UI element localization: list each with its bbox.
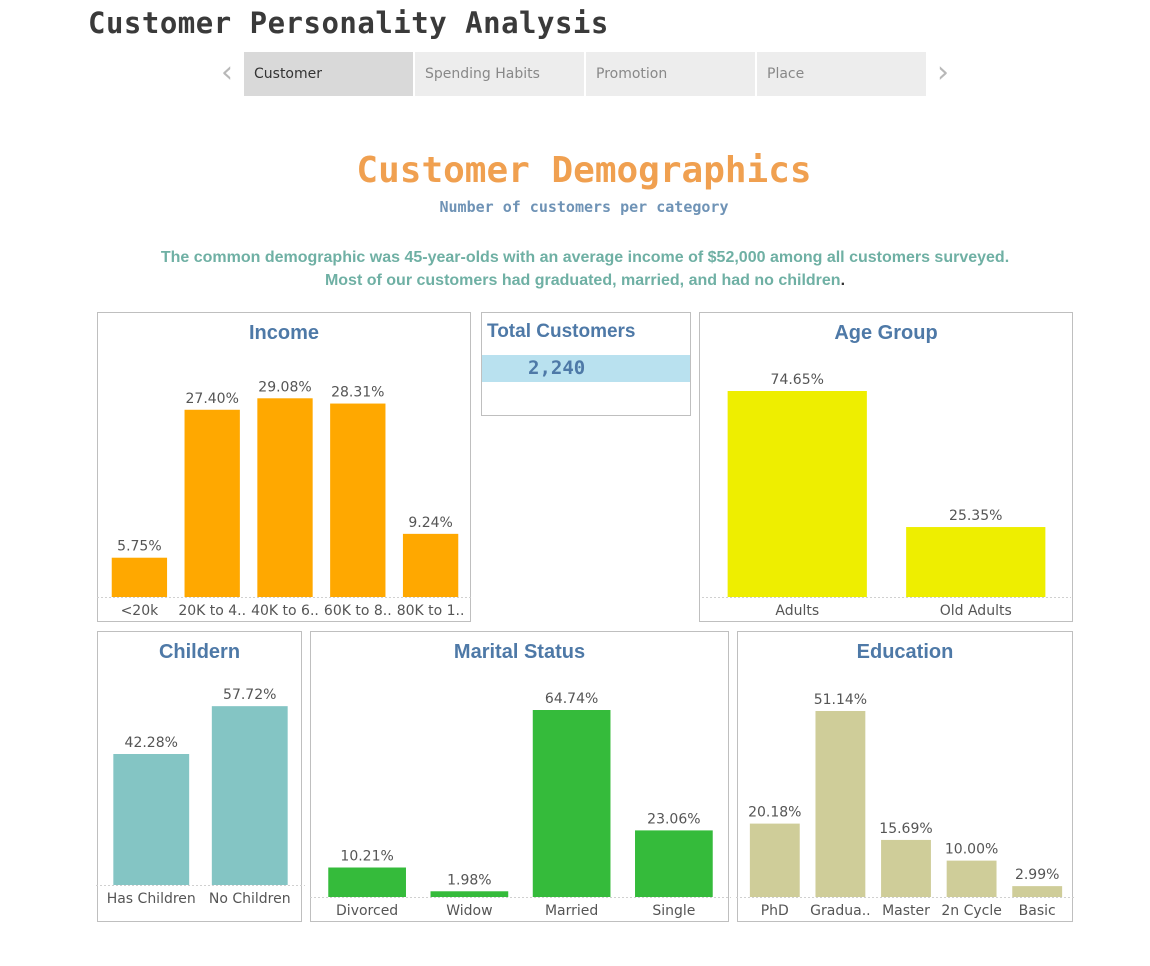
total-customers-title: Total Customers [487, 321, 636, 342]
chevron-left-icon[interactable]: ‹ [215, 56, 239, 92]
summary-line-1: The common demographic was 45-year-olds … [160, 249, 1010, 266]
children-chart: 42.28% Has Children 57.72% No Children [96, 687, 305, 907]
category-tick-label: Married [545, 903, 598, 919]
bar-value-label: 9.24% [408, 515, 452, 531]
education-chart: 20.18% PhD 51.14% Gradua.. 15.69% Master 10.00… [736, 692, 1076, 919]
bar-marital-0[interactable] [328, 867, 406, 897]
category-tick-label: 60K to 8.. [324, 603, 392, 619]
tab-customer[interactable]: Customer [244, 52, 413, 96]
bar-value-label: 20.18% [748, 805, 801, 821]
bar-value-label: 42.28% [125, 735, 178, 751]
bar-value-label: 25.35% [949, 508, 1002, 524]
bar-marital-1[interactable] [430, 891, 509, 897]
tab-place[interactable]: Place [757, 52, 926, 96]
bar-value-label: 29.08% [258, 379, 311, 395]
category-tick-label: Single [652, 903, 695, 919]
bar-education-4[interactable] [1012, 886, 1063, 897]
bar-marital-2[interactable] [532, 710, 611, 897]
category-tick-label: <20k [121, 603, 160, 619]
income-chart: 5.75% <20k 27.40% 20K to 4.. 29.08% 40K to 6.… [97, 379, 473, 619]
category-tick-label: Has Children [107, 891, 196, 907]
education-panel: Education 20.18% PhD 51.14% Gradua.. 15.69% M… [736, 631, 1076, 922]
category-tick-label: 40K to 6.. [251, 603, 319, 619]
category-tick-label: 80K to 1.. [397, 603, 465, 619]
children-panel: Childern 42.28% Has Children 57.72% No Chil… [96, 631, 305, 922]
bar-income-4[interactable] [402, 533, 459, 597]
bar-education-0[interactable] [749, 823, 800, 897]
tab-promotion[interactable]: Promotion [586, 52, 755, 96]
chevron-right-icon[interactable]: › [931, 56, 955, 92]
bar-value-label: 51.14% [814, 692, 867, 708]
dashboard-subheadline: Number of customers per category [439, 198, 729, 216]
bar-value-label: 57.72% [223, 687, 276, 703]
age-group-chart: 74.65% Adults 25.35% Old Adults [702, 372, 1071, 619]
bar-education-3[interactable] [946, 860, 997, 897]
bar-education-1[interactable] [815, 711, 866, 897]
category-tick-label: Old Adults [940, 603, 1012, 619]
bar-income-0[interactable] [111, 557, 168, 597]
category-tick-label: Divorced [336, 903, 398, 919]
marital-status-chart: 10.21% Divorced 1.98% Widow 64.74% Married 23.… [310, 691, 731, 919]
bar-value-label: 2.99% [1015, 867, 1059, 883]
bar-value-label: 74.65% [771, 372, 824, 388]
summary-period: . [840, 272, 846, 289]
bar-value-label: 27.40% [186, 391, 239, 407]
bar-value-label: 5.75% [117, 539, 161, 555]
bar-value-label: 23.06% [647, 811, 700, 827]
summary-text: The common demographic was 45-year-olds … [0, 246, 1150, 292]
bar-income-2[interactable] [257, 398, 313, 597]
bar-value-label: 28.31% [331, 385, 384, 401]
bar-income-1[interactable] [184, 409, 240, 597]
marital-status-panel: Marital Status 10.21% Divorced 1.98% Widow 6… [310, 631, 731, 922]
summary-line-2: Most of our customers had graduated, mar… [0, 269, 1150, 292]
category-tick-label: Gradua.. [810, 903, 870, 919]
bar-education-2[interactable] [881, 839, 931, 897]
bar-children-1[interactable] [211, 706, 288, 885]
category-tick-label: 2n Cycle [941, 903, 1002, 919]
summary-line-2-text: Most of our customers had graduated, mar… [324, 272, 841, 289]
dashboard-headline: Customer Demographics [356, 150, 812, 191]
bar-age-0[interactable] [727, 391, 867, 597]
tab-spending-habits[interactable]: Spending Habits [415, 52, 584, 96]
bar-value-label: 10.21% [340, 849, 393, 865]
bar-children-0[interactable] [113, 754, 190, 885]
category-tick-label: Basic [1019, 903, 1056, 919]
bar-marital-3[interactable] [635, 830, 713, 897]
app-title: Customer Personality Analysis [88, 6, 609, 40]
category-tick-label: Widow [446, 903, 492, 919]
age-group-panel: Age Group 74.65% Adults 25.35% Old Adults [699, 312, 1073, 622]
total-customers-value: 2,240 [482, 355, 690, 382]
category-tick-label: Master [882, 903, 930, 919]
bar-value-label: 64.74% [545, 691, 598, 707]
bar-value-label: 10.00% [945, 842, 998, 858]
category-tick-label: PhD [761, 903, 789, 919]
category-tick-label: Adults [775, 603, 819, 619]
income-panel: Income 5.75% <20k 27.40% 20K to 4.. 29.08% 40… [97, 312, 473, 622]
total-customers-panel: Total Customers 2,240 [481, 312, 691, 416]
category-tick-label: 20K to 4.. [178, 603, 246, 619]
bar-value-label: 15.69% [879, 821, 932, 837]
bar-income-3[interactable] [330, 403, 386, 597]
category-tick-label: No Children [209, 891, 291, 907]
bar-age-1[interactable] [906, 527, 1046, 597]
bar-value-label: 1.98% [447, 872, 491, 888]
